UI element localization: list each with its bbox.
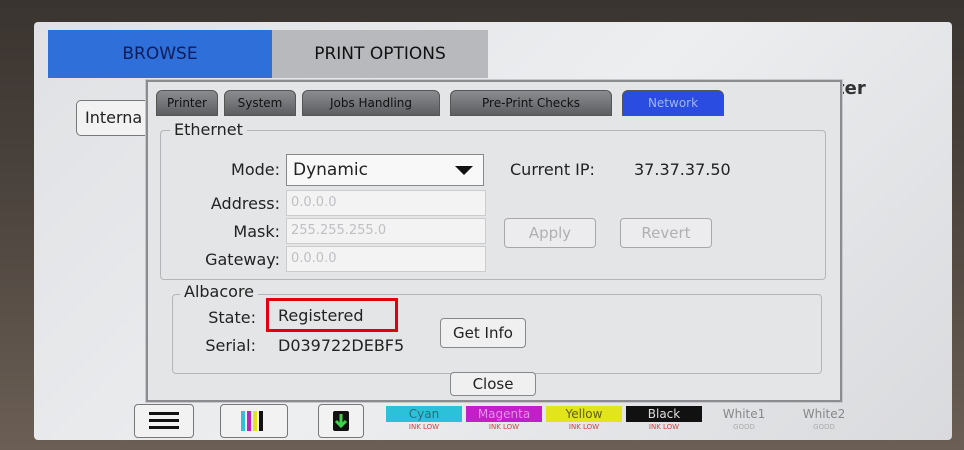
tab-system[interactable]: System	[224, 90, 296, 116]
ink-levels-button[interactable]	[220, 404, 288, 438]
current-ip-value: 37.37.37.50	[634, 160, 731, 179]
ink-magenta: Magenta INK LOW	[466, 406, 542, 434]
hamburger-icon	[149, 412, 179, 429]
ink-name: White1	[722, 407, 766, 421]
tab-print-options[interactable]: PRINT OPTIONS	[272, 30, 488, 78]
touch-screen: BROWSE PRINT OPTIONS ter Interna Printer…	[34, 22, 952, 440]
mode-value: Dynamic	[293, 160, 368, 180]
chevron-down-icon	[455, 166, 473, 175]
ink-white1: White1 GOOD	[706, 406, 782, 434]
ink-cyan: Cyan INK LOW	[386, 406, 462, 434]
mode-label: Mode:	[231, 160, 280, 179]
download-button[interactable]	[318, 404, 364, 438]
get-info-button[interactable]: Get Info	[440, 318, 526, 348]
address-field[interactable]: 0.0.0.0	[286, 190, 486, 216]
state-highlight-box	[266, 298, 398, 332]
revert-button[interactable]: Revert	[620, 218, 712, 248]
serial-label: Serial:	[205, 336, 256, 355]
ink-name: Magenta	[466, 406, 542, 422]
gateway-field[interactable]: 0.0.0.0	[286, 246, 486, 272]
ink-name: Cyan	[386, 406, 462, 422]
mask-label: Mask:	[233, 222, 280, 241]
albacore-legend: Albacore	[180, 282, 259, 301]
menu-button[interactable]	[134, 404, 194, 438]
dialog-tab-bar: Printer System Jobs Handling Pre-Print C…	[154, 86, 834, 116]
ink-status: INK LOW	[648, 423, 680, 431]
address-label: Address:	[210, 194, 280, 213]
gateway-label: Gateway:	[205, 250, 280, 269]
mode-select[interactable]: Dynamic	[286, 154, 484, 186]
tab-pre-print-checks[interactable]: Pre-Print Checks	[450, 90, 612, 116]
apply-button[interactable]: Apply	[504, 218, 596, 248]
bottom-dock: Cyan INK LOW Magenta INK LOW Yellow INK …	[34, 398, 952, 440]
tab-browse[interactable]: BROWSE	[48, 30, 272, 78]
close-button[interactable]: Close	[450, 372, 536, 396]
tab-network[interactable]: Network	[622, 90, 724, 116]
current-ip-label: Current IP:	[510, 160, 595, 179]
serial-value: D039722DEBF5	[278, 336, 405, 355]
ink-white2: White2 GOOD	[786, 406, 862, 434]
ink-status: INK LOW	[568, 423, 600, 431]
state-label: State:	[208, 308, 256, 327]
tab-printer[interactable]: Printer	[156, 90, 218, 116]
ink-status: GOOD	[813, 423, 835, 431]
ink-name: White2	[802, 407, 846, 421]
download-arrow-icon	[333, 411, 349, 431]
ink-status: INK LOW	[488, 423, 520, 431]
tab-jobs-handling[interactable]: Jobs Handling	[302, 90, 440, 116]
network-settings-dialog: Printer System Jobs Handling Pre-Print C…	[146, 80, 842, 402]
ink-status: INK LOW	[408, 423, 440, 431]
ink-black: Black INK LOW	[626, 406, 702, 434]
ink-yellow: Yellow INK LOW	[546, 406, 622, 434]
ink-name: Black	[626, 406, 702, 422]
ink-name: Yellow	[546, 406, 622, 422]
mask-field[interactable]: 255.255.255.0	[286, 218, 486, 244]
ink-status: GOOD	[733, 423, 755, 431]
ethernet-legend: Ethernet	[170, 120, 247, 139]
ink-bars-icon	[241, 411, 263, 431]
